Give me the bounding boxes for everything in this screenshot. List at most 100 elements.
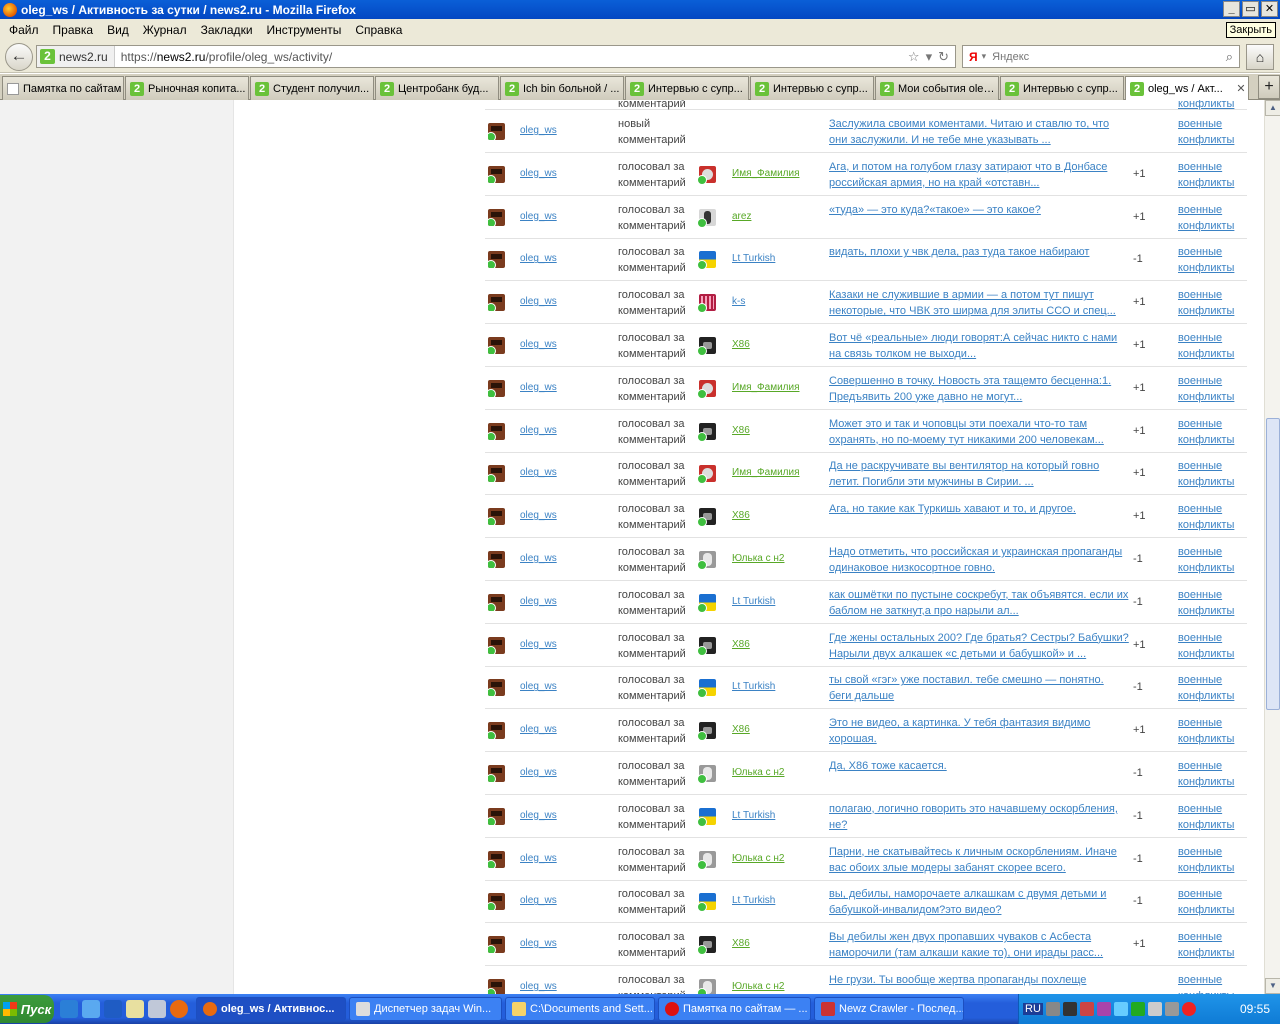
tab-3[interactable]: 2 Центробанк буд...	[375, 76, 499, 100]
comment-link[interactable]: Где жены остальных 200? Где братья? Сест…	[829, 630, 1129, 662]
comment-link[interactable]: Надо отметить, что российская и украинск…	[829, 544, 1129, 576]
user-avatar[interactable]	[488, 850, 505, 868]
comment-link[interactable]: Казаки не служившие в армии — а потом ту…	[829, 287, 1129, 319]
scroll-up-button[interactable]: ▲	[1265, 100, 1280, 116]
target-user-avatar[interactable]	[697, 893, 716, 913]
category-link[interactable]: военные конфликты	[1178, 501, 1244, 533]
menu-tools[interactable]: Инструменты	[260, 23, 349, 37]
tab-close-icon[interactable]: ✕	[1234, 82, 1248, 95]
user-avatar[interactable]	[488, 123, 505, 140]
taskbar-item-opera[interactable]: Памятка по сайтам — ...	[658, 997, 811, 1021]
target-user-avatar[interactable]	[697, 807, 716, 827]
category-link[interactable]: военные конфликты	[1178, 287, 1244, 319]
target-user-avatar[interactable]	[697, 765, 716, 784]
category-link[interactable]: военные конфликты	[1178, 630, 1244, 662]
comment-link[interactable]: Заслужила своими коментами. Читаю и став…	[829, 116, 1129, 148]
user-avatar[interactable]	[488, 722, 505, 740]
target-user-link[interactable]: Имя_Фамилия	[732, 168, 800, 179]
taskbar-item-task-manager[interactable]: Диспетчер задач Win...	[349, 997, 502, 1021]
skype-icon[interactable]	[1181, 1002, 1196, 1016]
user-avatar[interactable]	[488, 679, 505, 697]
target-user-link[interactable]: Имя_Фамилия	[732, 467, 800, 478]
scrollbar-thumb[interactable]	[1266, 418, 1280, 710]
comment-link[interactable]: Вы дебилы жен двух пропавших чуваков с А…	[829, 929, 1129, 961]
target-user-link[interactable]: X86	[732, 938, 750, 949]
target-user-avatar[interactable]	[697, 294, 716, 314]
user-link[interactable]: oleg_ws	[520, 981, 557, 992]
user-link[interactable]: oleg_ws	[520, 639, 557, 650]
comment-link[interactable]: Ага, и потом на голубом глазу затирают ч…	[829, 159, 1129, 191]
tab-9[interactable]: 2 oleg_ws / Акт... ✕	[1125, 76, 1249, 100]
user-link[interactable]: oleg_ws	[520, 382, 557, 393]
target-user-avatar[interactable]	[697, 551, 716, 570]
tab-4[interactable]: 2 Ich bin больной / ...	[500, 76, 624, 100]
target-user-avatar[interactable]	[697, 636, 716, 656]
user-avatar[interactable]	[488, 337, 505, 354]
user-avatar[interactable]	[488, 893, 505, 911]
target-user-avatar[interactable]	[697, 465, 716, 485]
target-user-link[interactable]: Lt Turkish	[732, 596, 775, 607]
language-indicator[interactable]: RU	[1023, 1003, 1043, 1015]
target-user-avatar[interactable]	[697, 379, 716, 399]
user-avatar[interactable]	[488, 208, 505, 226]
user-avatar[interactable]	[488, 251, 505, 269]
category-link[interactable]: военные конфликты	[1178, 373, 1244, 405]
target-user-link[interactable]: Юлька с н2	[732, 553, 785, 564]
target-user-avatar[interactable]	[697, 722, 716, 742]
category-link[interactable]: военные конфликты	[1178, 886, 1244, 918]
user-avatar[interactable]	[488, 508, 505, 526]
comment-link[interactable]: «туда» — это куда?«такое» — это какое?	[829, 202, 1129, 218]
grid-app-icon[interactable]	[104, 1000, 122, 1018]
green-app-icon[interactable]	[1130, 1002, 1145, 1016]
user-avatar[interactable]	[488, 465, 505, 483]
menu-file[interactable]: Файл	[2, 23, 46, 37]
category-link[interactable]: военные конфликты	[1178, 972, 1244, 994]
comment-link[interactable]: Вот чё «реальные» люди говорят:А сейчас …	[829, 330, 1129, 362]
target-user-avatar[interactable]	[697, 936, 716, 956]
user-avatar[interactable]	[488, 551, 505, 568]
display-icon[interactable]	[1113, 1002, 1128, 1016]
comment-link[interactable]: полагаю, логично говорить это начавшему …	[829, 801, 1129, 833]
target-user-link[interactable]: k-s	[732, 296, 745, 307]
tab-5[interactable]: 2 Интервью с супр...	[625, 76, 749, 100]
target-user-link[interactable]: arez	[732, 211, 751, 222]
user-avatar[interactable]	[488, 422, 505, 440]
tab-0[interactable]: Памятка по сайтам	[2, 76, 124, 100]
start-button[interactable]: Пуск	[0, 995, 54, 1023]
search-icon[interactable]: ⌕	[1226, 49, 1239, 65]
tab-6[interactable]: 2 Интервью с супр...	[750, 76, 874, 100]
target-user-link[interactable]: Lt Turkish	[732, 895, 775, 906]
user-avatar[interactable]	[488, 593, 505, 611]
target-user-link[interactable]: Юлька с н2	[732, 981, 785, 992]
user-avatar[interactable]	[488, 636, 505, 654]
target-user-link[interactable]: Юлька с н2	[732, 767, 785, 778]
back-button[interactable]: ←	[5, 43, 33, 71]
ie-icon[interactable]	[60, 1000, 78, 1018]
vertical-scrollbar[interactable]: ▲ ▼	[1264, 100, 1280, 994]
search-input[interactable]: Яндекс	[992, 51, 1226, 63]
user-link[interactable]: oleg_ws	[520, 467, 557, 478]
menu-help[interactable]: Справка	[348, 23, 409, 37]
user-link[interactable]: oleg_ws	[520, 853, 557, 864]
spy-icon[interactable]	[1062, 1002, 1077, 1016]
target-user-avatar[interactable]	[697, 593, 716, 613]
yandex-icon[interactable]: Я	[963, 50, 982, 64]
category-link[interactable]: военные конфликты	[1178, 715, 1244, 747]
category-link[interactable]: военные конфликты	[1178, 587, 1244, 619]
recycle-bin-icon[interactable]	[148, 1000, 166, 1018]
notepad-icon[interactable]	[126, 1000, 144, 1018]
target-user-link[interactable]: X86	[732, 510, 750, 521]
taskbar-item-firefox[interactable]: oleg_ws / Активнос...	[196, 997, 346, 1021]
network-icon[interactable]	[1045, 1002, 1060, 1016]
taskbar-item-newzcrawler[interactable]: Newz Crawler - Послед...	[814, 997, 964, 1021]
comment-link[interactable]: Да, X86 тоже касается.	[829, 758, 1129, 774]
menu-edit[interactable]: Правка	[46, 23, 101, 37]
target-user-link[interactable]: Lt Turkish	[732, 810, 775, 821]
antivirus-icon[interactable]	[1079, 1002, 1094, 1016]
user-link[interactable]: oleg_ws	[520, 596, 557, 607]
user-link[interactable]: oleg_ws	[520, 253, 557, 264]
tab-1[interactable]: 2 Рыночная копита...	[125, 76, 249, 100]
target-user-avatar[interactable]	[697, 679, 716, 699]
user-link[interactable]: oleg_ws	[520, 125, 557, 136]
comment-link[interactable]: ты свой «гэг» уже поставил. тебе смешно …	[829, 672, 1129, 704]
